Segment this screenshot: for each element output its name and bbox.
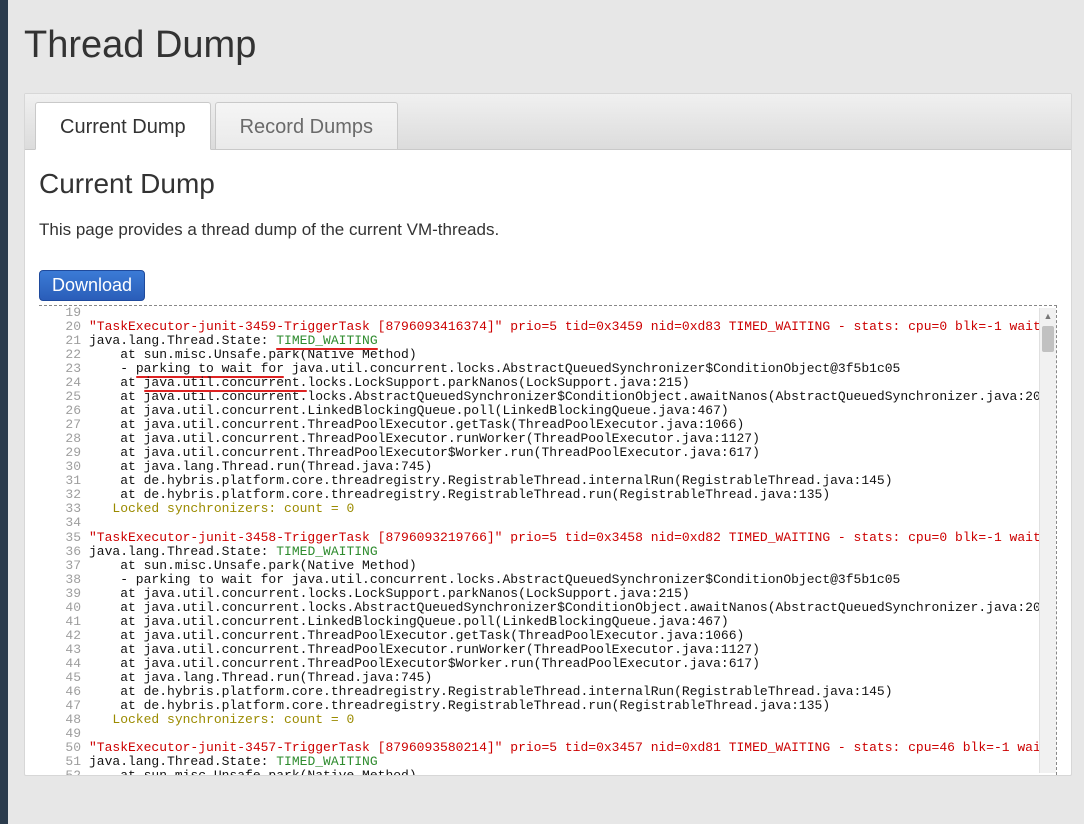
scrollbar-thumb[interactable] [1042, 326, 1054, 352]
stack-frame: at java.util.concurrent.LinkedBlockingQu… [89, 614, 729, 629]
line-number: 48 [39, 713, 89, 727]
line-number: 45 [39, 671, 89, 685]
line-number: 27 [39, 418, 89, 432]
stack-frame: at java.util.concurrent.LinkedBlockingQu… [89, 403, 729, 418]
stack-frame: at java.util.concurrent.ThreadPoolExecut… [89, 642, 760, 657]
line-number: 36 [39, 545, 89, 559]
line-number: 20 [39, 320, 89, 334]
stack-frame: at java.lang.Thread.run(Thread.java:745) [89, 459, 432, 474]
line-number: 24 [39, 376, 89, 390]
stack-frame: at java.util.concurrent.ThreadPoolExecut… [89, 431, 760, 446]
thread-header: "TaskExecutor-junit-3459-TriggerTask [87… [89, 319, 1057, 334]
stack-frame: at de.hybris.platform.core.threadregistr… [89, 684, 893, 699]
line-number: 42 [39, 629, 89, 643]
line-number: 44 [39, 657, 89, 671]
stack-frame: at java.util.concurrent.ThreadPoolExecut… [89, 445, 760, 460]
line-number: 40 [39, 601, 89, 615]
line-number: 37 [39, 559, 89, 573]
thread-header: "TaskExecutor-junit-3458-TriggerTask [87… [89, 530, 1057, 545]
line-number: 23 [39, 362, 89, 376]
tab-current-dump[interactable]: Current Dump [35, 102, 211, 150]
line-number: 49 [39, 727, 89, 741]
stack-frame: at de.hybris.platform.core.threadregistr… [89, 487, 830, 502]
line-number: 35 [39, 531, 89, 545]
left-sidebar-sliver [0, 0, 8, 824]
line-number: 47 [39, 699, 89, 713]
line-number: 52 [39, 769, 89, 775]
line-number: 29 [39, 446, 89, 460]
line-number: 34 [39, 516, 89, 530]
stack-frame: at de.hybris.platform.core.threadregistr… [89, 473, 893, 488]
line-number: 43 [39, 643, 89, 657]
download-button[interactable]: Download [39, 270, 145, 301]
stack-frame: - parking to wait for java.util.concurre… [89, 572, 900, 587]
thread-state: TIMED_WAITING [276, 544, 377, 559]
stack-frame: at sun.misc.Unsafe.park(Native Method) [89, 768, 417, 775]
thread-state: TIMED_WAITING [276, 334, 377, 348]
line-number: 39 [39, 587, 89, 601]
line-number: 41 [39, 615, 89, 629]
stack-frame: at java.util.concurrent.locks.AbstractQu… [89, 600, 1057, 615]
thread-state: TIMED_WAITING [276, 754, 377, 769]
stack-frame: at java.util.concurrent.ThreadPoolExecut… [89, 656, 760, 671]
line-number: 28 [39, 432, 89, 446]
thread-header: "TaskExecutor-junit-3457-TriggerTask [87… [89, 740, 1057, 755]
scrollbar-vertical[interactable]: ▲ [1039, 308, 1056, 773]
line-number: 46 [39, 685, 89, 699]
line-number: 25 [39, 390, 89, 404]
line-number: 32 [39, 488, 89, 502]
line-number: 21 [39, 334, 89, 348]
stack-frame: at sun.misc.Unsafe.park(Native Method) [89, 558, 417, 573]
line-number: 51 [39, 755, 89, 769]
locked-synchronizers: Locked synchronizers: count = 0 [89, 501, 354, 516]
locked-synchronizers: Locked synchronizers: count = 0 [89, 712, 354, 727]
stack-frame: at java.lang.Thread.run(Thread.java:745) [89, 670, 432, 685]
section-description: This page provides a thread dump of the … [39, 220, 1057, 240]
thread-dump-viewport: 1920"TaskExecutor-junit-3459-TriggerTask… [39, 305, 1057, 775]
highlighted-fragment: parking to wait for [136, 362, 284, 376]
stack-frame: at java.util.concurrent.locks.LockSuppor… [89, 586, 690, 601]
scrollbar-arrow-up-icon[interactable]: ▲ [1040, 312, 1056, 321]
line-number: 22 [39, 348, 89, 362]
tab-bar: Current Dump Record Dumps [25, 94, 1071, 150]
stack-frame: at java.util.concurrent.ThreadPoolExecut… [89, 417, 744, 432]
main-panel: Current Dump Record Dumps Current Dump T… [24, 93, 1072, 776]
line-number: 19 [39, 306, 89, 320]
highlighted-fragment: java.util.concurrent. [144, 376, 308, 390]
tab-record-dumps[interactable]: Record Dumps [215, 102, 398, 149]
stack-frame: at de.hybris.platform.core.threadregistr… [89, 698, 830, 713]
section-title: Current Dump [39, 168, 1057, 200]
line-number: 30 [39, 460, 89, 474]
line-number: 50 [39, 741, 89, 755]
line-number: 31 [39, 474, 89, 488]
stack-frame: at java.util.concurrent.ThreadPoolExecut… [89, 628, 744, 643]
line-number: 38 [39, 573, 89, 587]
thread-dump-text: 1920"TaskExecutor-junit-3459-TriggerTask… [39, 306, 1056, 775]
line-number: 33 [39, 502, 89, 516]
page-title: Thread Dump [24, 24, 1072, 67]
line-number: 26 [39, 404, 89, 418]
